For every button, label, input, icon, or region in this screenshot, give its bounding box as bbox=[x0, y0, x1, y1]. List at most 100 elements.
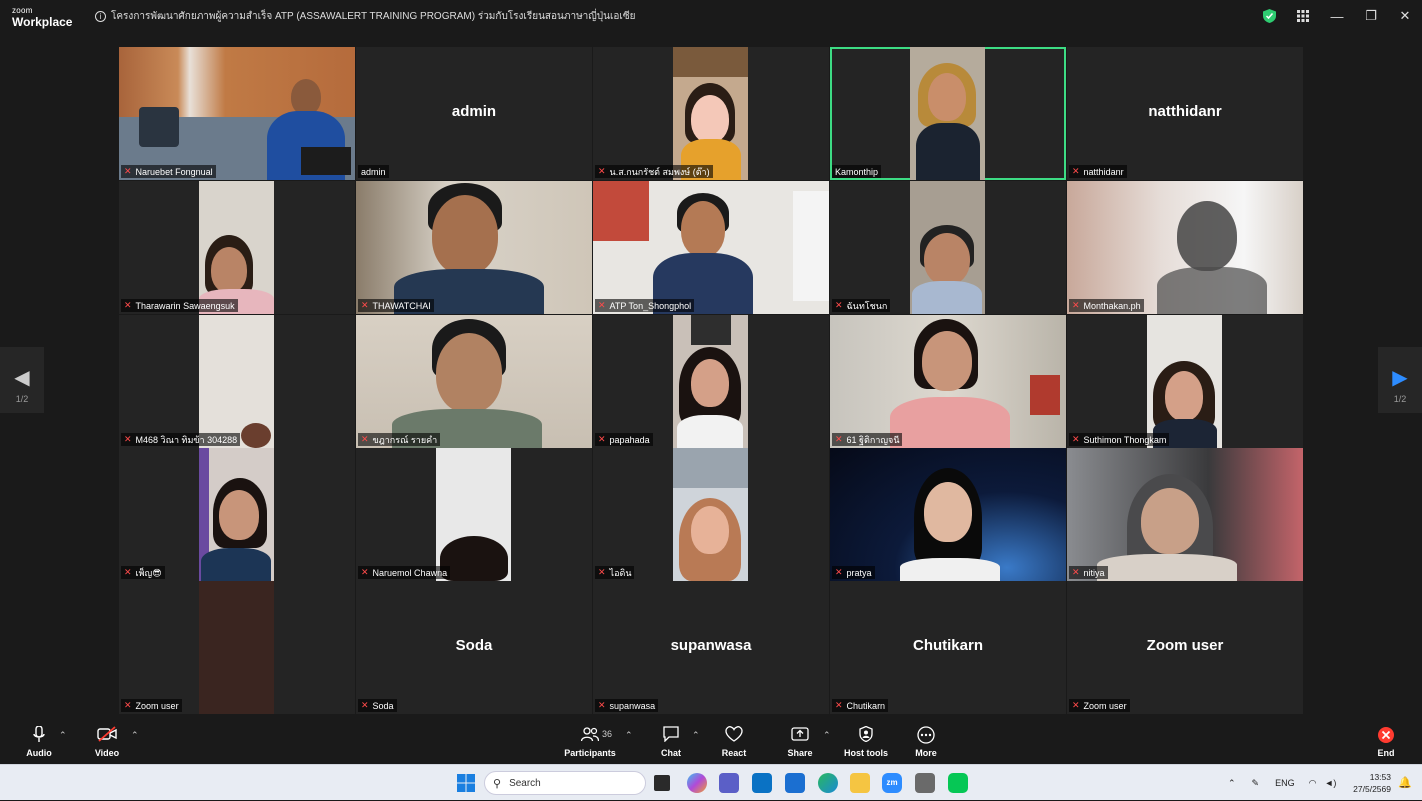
participant-tile[interactable]: admin admin bbox=[356, 47, 592, 180]
task-view-icon[interactable] bbox=[654, 775, 670, 791]
previous-page-button[interactable]: ◀ 1/2 bbox=[0, 347, 44, 413]
teams-icon[interactable] bbox=[719, 773, 739, 793]
participant-name: ✕ Naruebet Fongnual bbox=[121, 165, 216, 178]
shield-icon[interactable] bbox=[1252, 0, 1286, 32]
participant-name: ✕ ไอดิน bbox=[595, 566, 635, 579]
participant-tile[interactable]: ✕ ขฎากรณ์ รายคำ bbox=[356, 315, 592, 448]
share-button[interactable]: Share bbox=[784, 726, 816, 758]
notification-bell-icon[interactable]: 🔔 bbox=[1398, 776, 1412, 790]
meeting-info[interactable]: i โครงการพัฒนาศักยภาพผู้ความสำเร็จ ATP (… bbox=[95, 9, 635, 24]
participant-tile[interactable]: ✕ Naruemol Chawna bbox=[356, 448, 592, 581]
wifi-icon[interactable]: ◠ bbox=[1309, 778, 1317, 789]
participant-tile-active-speaker[interactable]: Kamonthip bbox=[830, 47, 1066, 180]
video-grid: ✕ Naruebet Fongnual admin admin ✕ น.ส.กนกร… bbox=[119, 47, 1304, 714]
mic-muted-icon: ✕ bbox=[1072, 567, 1080, 577]
mic-muted-icon: ✕ bbox=[1072, 166, 1080, 176]
info-icon[interactable]: i bbox=[95, 10, 106, 22]
participants-options-caret[interactable]: ⌃ bbox=[625, 730, 633, 741]
edge-icon[interactable] bbox=[818, 773, 838, 793]
end-call-icon bbox=[1372, 726, 1400, 746]
line-app-icon[interactable] bbox=[948, 773, 968, 793]
copilot-icon[interactable] bbox=[687, 773, 707, 793]
chat-button[interactable]: Chat bbox=[656, 726, 686, 758]
participant-tile[interactable]: ✕ ATP Ton_Shongphol bbox=[593, 181, 829, 314]
chat-options-caret[interactable]: ⌃ bbox=[692, 730, 700, 741]
mic-muted-icon: ✕ bbox=[598, 700, 606, 710]
more-dots-icon bbox=[911, 726, 941, 746]
participant-name: ✕ Chutikarn bbox=[832, 699, 889, 712]
participant-tile[interactable]: ✕ nitiya bbox=[1067, 448, 1303, 581]
file-explorer-icon[interactable] bbox=[850, 773, 870, 793]
minimize-icon[interactable]: — bbox=[1320, 0, 1354, 32]
share-options-caret[interactable]: ⌃ bbox=[823, 730, 831, 741]
participant-tile[interactable]: ✕ 61 ฐิติกาญจนี bbox=[830, 315, 1066, 448]
pen-icon[interactable]: ✎ bbox=[1252, 778, 1260, 789]
participant-tile[interactable]: ✕ THAWATCHAI bbox=[356, 181, 592, 314]
language-indicator[interactable]: ENG bbox=[1275, 778, 1295, 788]
mic-muted-icon: ✕ bbox=[124, 567, 132, 577]
participant-tile[interactable]: ✕ papahada bbox=[593, 315, 829, 448]
participant-tile[interactable]: ✕ เพ็ญ😎 bbox=[119, 448, 355, 581]
outlook-icon[interactable] bbox=[785, 773, 805, 793]
maximize-icon[interactable]: ❐ bbox=[1354, 0, 1388, 32]
participant-tile[interactable]: ✕ ฉันทโชนก bbox=[830, 181, 1066, 314]
snipping-tool-icon[interactable] bbox=[915, 773, 935, 793]
participant-name: ✕ ATP Ton_Shongphol bbox=[595, 299, 695, 312]
participant-tile[interactable]: natthidanr ✕ natthidanr bbox=[1067, 47, 1303, 180]
next-page-button[interactable]: ▶ 1/2 bbox=[1378, 347, 1422, 413]
participant-tile[interactable]: ✕ Monthakan.ph bbox=[1067, 181, 1303, 314]
volume-icon[interactable]: ◄) bbox=[1324, 778, 1336, 788]
participant-tile[interactable]: supanwasa ✕ supanwasa bbox=[593, 581, 829, 714]
close-icon[interactable]: ✕ bbox=[1388, 0, 1422, 32]
logo-line-1: zoom bbox=[12, 5, 33, 15]
participant-tile[interactable]: ✕ Tharawarin Sawaengsuk bbox=[119, 181, 355, 314]
mic-muted-icon: ✕ bbox=[1072, 700, 1080, 710]
os-taskbar: ⚲ Search zm ⌃ ✎ ENG ◠ ◄) 13:53 27/5/2569… bbox=[0, 764, 1422, 800]
participant-tile[interactable]: ✕ Zoom user bbox=[119, 581, 355, 714]
mic-muted-icon: ✕ bbox=[598, 300, 606, 310]
participant-name: ✕ Zoom user bbox=[1069, 699, 1130, 712]
participant-tile[interactable]: ✕ น.ส.กนกรัชต์ สมพงษ์ (ต๊า) bbox=[593, 47, 829, 180]
page-indicator: 1/2 bbox=[1393, 394, 1407, 404]
react-button[interactable]: React bbox=[718, 726, 750, 758]
chevron-left-icon: ◀ bbox=[14, 367, 30, 389]
video-off-icon bbox=[90, 726, 124, 746]
grid-view-icon[interactable] bbox=[1286, 0, 1320, 32]
windows-start-icon[interactable] bbox=[456, 773, 476, 793]
participant-tile[interactable]: ✕ Suthimon Thongkam bbox=[1067, 315, 1303, 448]
system-clock[interactable]: 13:53 27/5/2569 bbox=[1347, 771, 1391, 795]
microphone-icon bbox=[22, 725, 56, 746]
show-hidden-icons-icon[interactable]: ⌃ bbox=[1228, 778, 1236, 789]
participant-tile[interactable]: ✕ M468 วิณา ทิมข้า 304288 bbox=[119, 315, 355, 448]
participant-name: ✕ M468 วิณา ทิมข้า 304288 bbox=[121, 433, 241, 446]
mic-muted-icon: ✕ bbox=[1072, 434, 1080, 444]
audio-options-caret[interactable]: ⌃ bbox=[59, 730, 67, 741]
participant-tile[interactable]: ✕ ไอดิน bbox=[593, 448, 829, 581]
mic-muted-icon: ✕ bbox=[835, 700, 843, 710]
video-button[interactable]: Video bbox=[90, 726, 124, 758]
participant-tile[interactable]: ✕ pratya bbox=[830, 448, 1066, 581]
participant-display-name: admin bbox=[451, 103, 497, 120]
host-tools-button[interactable]: Host tools bbox=[842, 725, 890, 758]
mic-muted-icon: ✕ bbox=[835, 300, 843, 310]
video-options-caret[interactable]: ⌃ bbox=[131, 730, 139, 741]
taskbar-search[interactable]: ⚲ Search bbox=[484, 771, 646, 795]
participant-display-name: Chutikarn bbox=[912, 637, 983, 654]
mic-muted-icon: ✕ bbox=[124, 300, 132, 310]
zoom-taskbar-icon[interactable]: zm bbox=[882, 773, 902, 793]
participant-name: ✕ nitiya bbox=[1069, 566, 1108, 579]
participant-tile[interactable]: ✕ Naruebet Fongnual bbox=[119, 47, 355, 180]
participant-name: ✕ น.ส.กนกรัชต์ สมพงษ์ (ต๊า) bbox=[595, 165, 713, 178]
mic-muted-icon: ✕ bbox=[361, 700, 369, 710]
participant-display-name: Zoom user bbox=[1146, 637, 1224, 654]
participant-tile[interactable]: Chutikarn ✕ Chutikarn bbox=[830, 581, 1066, 714]
participant-tile[interactable]: Zoom user ✕ Zoom user bbox=[1067, 581, 1303, 714]
mic-muted-icon: ✕ bbox=[361, 567, 369, 577]
audio-button[interactable]: Audio bbox=[22, 725, 56, 758]
participant-name: ✕ 61 ฐิติกาญจนี bbox=[832, 433, 903, 446]
participant-tile[interactable]: Soda ✕ Soda bbox=[356, 581, 592, 714]
end-meeting-button[interactable]: End bbox=[1372, 726, 1400, 758]
more-button[interactable]: More bbox=[911, 726, 941, 758]
mic-muted-icon: ✕ bbox=[835, 434, 843, 444]
store-icon[interactable] bbox=[752, 773, 772, 793]
